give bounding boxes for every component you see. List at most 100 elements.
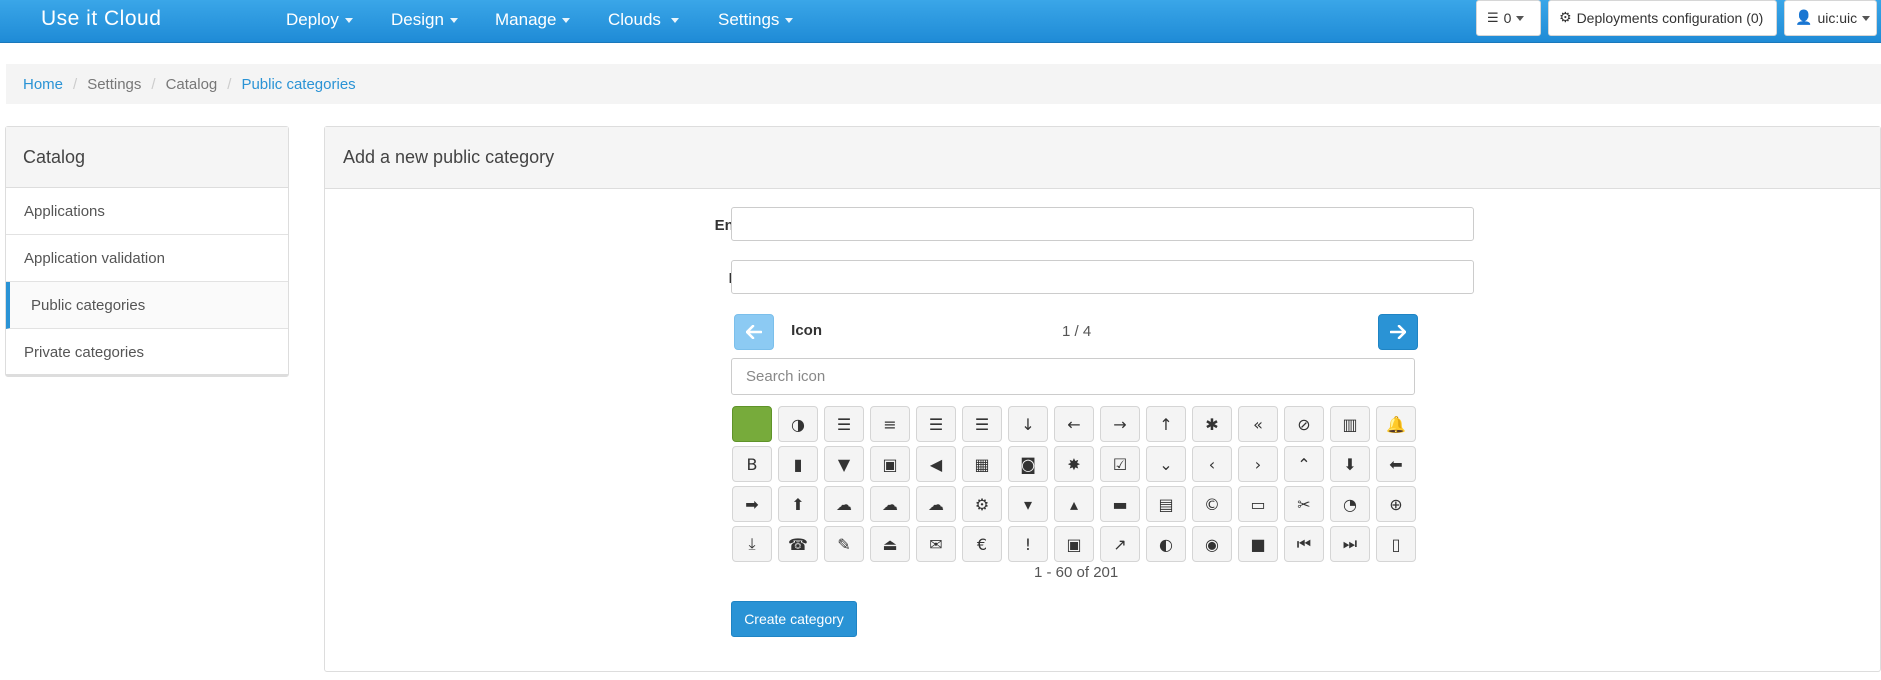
bookmark-icon[interactable]: ▼ [824, 446, 864, 482]
caret-down-icon [670, 17, 679, 23]
copyright-mark-icon[interactable]: © [1192, 486, 1232, 522]
brand-logo[interactable]: Use it Cloud [41, 7, 161, 31]
envelope-icon[interactable]: ✉ [916, 526, 956, 562]
bullhorn-icon[interactable]: ◀ [916, 446, 956, 482]
align-left-icon[interactable]: ☰ [916, 406, 956, 442]
arrow-up-icon[interactable]: ↑ [1146, 406, 1186, 442]
arrow-left-icon[interactable]: ← [1054, 406, 1094, 442]
calendar-icon[interactable]: ▦ [962, 446, 1002, 482]
breadcrumb-public-categories[interactable]: Public categories [241, 76, 355, 93]
align-center-icon[interactable]: ☰ [824, 406, 864, 442]
caret-down-icon [785, 17, 794, 23]
bell-icon[interactable]: 🔔 [1376, 406, 1416, 442]
deployments-config-label: Deployments configuration (0) [1576, 10, 1764, 26]
barcode-icon[interactable]: ▥ [1330, 406, 1370, 442]
ban-icon[interactable]: ⊘ [1284, 406, 1324, 442]
create-category-button[interactable]: Create category [731, 601, 857, 637]
cog-icon[interactable]: ⚙ [962, 486, 1002, 522]
next-page-button[interactable] [1378, 314, 1418, 350]
chevron-left-icon[interactable]: ‹ [1192, 446, 1232, 482]
arrow-left-icon [746, 325, 762, 339]
earphone-icon[interactable]: ☎ [778, 526, 818, 562]
adjust-icon[interactable]: ◑ [778, 406, 818, 442]
circle-arrow-up-icon[interactable]: ⬆ [778, 486, 818, 522]
dashboard-icon[interactable]: ◔ [1330, 486, 1370, 522]
camera-icon[interactable]: ◙ [1008, 446, 1048, 482]
expand-icon[interactable]: ▣ [1054, 526, 1094, 562]
bold-icon[interactable]: B [732, 446, 772, 482]
asterisk-icon[interactable]: ✱ [1192, 406, 1232, 442]
download-alt-icon[interactable]: ⤓ [732, 526, 772, 562]
circle-arrow-down-icon[interactable]: ⬇ [1330, 446, 1370, 482]
eject-icon[interactable]: ⏏ [870, 526, 910, 562]
user-menu-button[interactable]: 👤 uic:uic [1784, 0, 1877, 36]
cloud-icon[interactable]: ☁ [824, 486, 864, 522]
menu-manage[interactable]: Manage [495, 10, 571, 30]
caret-down-icon [344, 17, 353, 23]
arrow-right-icon[interactable]: → [1100, 406, 1140, 442]
euro-icon[interactable]: € [962, 526, 1002, 562]
collapse-down-icon[interactable]: ▾ [1008, 486, 1048, 522]
book-icon[interactable]: ▮ [778, 446, 818, 482]
align-right-icon[interactable]: ☰ [962, 406, 1002, 442]
breadcrumb-separator: / [151, 75, 156, 93]
catalog-sidebar: Catalog Applications Application validat… [5, 126, 289, 377]
circle-arrow-right-icon[interactable]: ➡ [732, 486, 772, 522]
menu-deploy[interactable]: Deploy [286, 10, 353, 30]
queue-button[interactable]: ☰ 0 [1476, 0, 1541, 36]
compressed-icon[interactable]: ▤ [1146, 486, 1186, 522]
breadcrumb-separator: / [73, 75, 78, 93]
eye-open-icon[interactable]: ◉ [1192, 526, 1232, 562]
exclamation-sign-icon[interactable]: ! [1008, 526, 1048, 562]
queue-count: 0 [1503, 10, 1512, 26]
fast-forward-icon[interactable]: ⏭ [1330, 526, 1370, 562]
english-name-field[interactable] [731, 207, 1474, 241]
facetime-video-icon[interactable]: ■ [1238, 526, 1278, 562]
eye-close-icon[interactable]: ◐ [1146, 526, 1186, 562]
cloud-upload-icon[interactable]: ☁ [916, 486, 956, 522]
circle-arrow-left-icon[interactable]: ⬅ [1376, 446, 1416, 482]
sidebar-item-applications[interactable]: Applications [6, 188, 288, 235]
menu-settings[interactable]: Settings [718, 10, 794, 30]
certificate-icon[interactable]: ✸ [1054, 446, 1094, 482]
panel-title: Add a new public category [325, 127, 1880, 189]
french-name-field[interactable] [731, 260, 1474, 294]
comment-icon[interactable]: ▬ [1100, 486, 1140, 522]
menu-label: Clouds [608, 10, 661, 29]
breadcrumb: Home / Settings / Catalog / Public categ… [6, 64, 1881, 104]
breadcrumb-separator: / [227, 75, 232, 93]
chevron-down-icon[interactable]: ⌄ [1146, 446, 1186, 482]
search-icon-input[interactable] [731, 358, 1415, 395]
page-indicator: 1 / 4 [1062, 323, 1092, 340]
arrow-right-icon [1390, 325, 1406, 339]
check-icon[interactable]: ☑ [1100, 446, 1140, 482]
sidebar-item-application-validation[interactable]: Application validation [6, 235, 288, 282]
briefcase-icon[interactable]: ▣ [870, 446, 910, 482]
breadcrumb-catalog: Catalog [165, 75, 218, 93]
sidebar-item-public-categories[interactable]: Public categories [6, 282, 288, 329]
deployments-configuration-button[interactable]: ⚙ Deployments configuration (0) [1548, 0, 1777, 36]
backward-icon[interactable]: « [1238, 406, 1278, 442]
fast-backward-icon[interactable]: ⏮ [1284, 526, 1324, 562]
export-icon[interactable]: ↗ [1100, 526, 1140, 562]
sidebar-item-private-categories[interactable]: Private categories [6, 329, 288, 376]
cutlery-icon[interactable]: ✂ [1284, 486, 1324, 522]
server-icon: ☰ [1487, 10, 1499, 26]
chevron-up-icon[interactable]: ⌃ [1284, 446, 1324, 482]
menu-clouds[interactable]: Clouds [608, 10, 679, 30]
edit-icon[interactable]: ✎ [824, 526, 864, 562]
menu-label: Deploy [286, 10, 339, 29]
menu-design[interactable]: Design [391, 10, 458, 30]
arrow-down-icon[interactable]: ↓ [1008, 406, 1048, 442]
collapse-up-icon[interactable]: ▴ [1054, 486, 1094, 522]
menu-label: Design [391, 10, 444, 29]
credit-card-icon[interactable]: ▭ [1238, 486, 1278, 522]
download-icon[interactable]: ⊕ [1376, 486, 1416, 522]
cloud-download-icon[interactable]: ☁ [870, 486, 910, 522]
square-green-icon[interactable] [732, 406, 772, 442]
chevron-right-icon[interactable]: › [1238, 446, 1278, 482]
breadcrumb-home[interactable]: Home [23, 76, 63, 93]
previous-page-button[interactable] [734, 314, 774, 350]
file-icon[interactable]: ▯ [1376, 526, 1416, 562]
align-justify-icon[interactable]: ≡ [870, 406, 910, 442]
